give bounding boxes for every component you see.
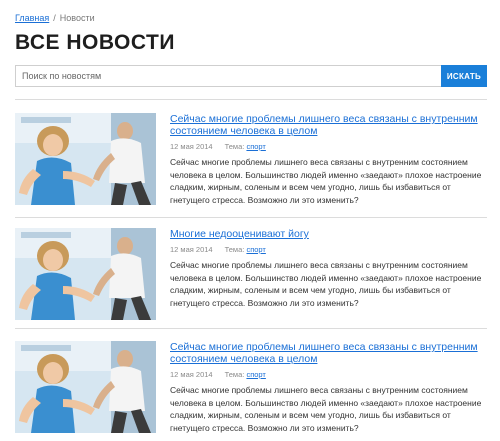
news-date: 12 мая 2014 [170,142,213,151]
divider [15,217,487,218]
fitness-photo [15,228,156,320]
news-topic-link[interactable]: спорт [246,245,265,254]
news-date: 12 мая 2014 [170,245,213,254]
news-excerpt: Сейчас многие проблемы лишнего веса связ… [170,260,482,308]
news-content: Сейчас многие проблемы лишнего веса связ… [170,113,487,206]
news-thumbnail[interactable] [15,113,156,205]
news-thumbnail[interactable] [15,341,156,433]
news-topic-link[interactable]: спорт [246,370,265,379]
news-title-link[interactable]: Сейчас многие проблемы лишнего веса связ… [170,341,487,365]
divider [15,99,487,100]
news-excerpt: Сейчас многие проблемы лишнего веса связ… [170,157,482,205]
news-item: Сейчас многие проблемы лишнего веса связ… [15,341,487,433]
fitness-photo [15,113,156,205]
news-topic-label: Тема: [224,370,245,379]
news-meta: 12 мая 2014 Тема: спорт [170,245,487,255]
breadcrumb-separator: / [53,13,56,23]
breadcrumb: Главная / Новости [15,12,487,24]
news-title-link[interactable]: Сейчас многие проблемы лишнего веса связ… [170,113,487,137]
news-content: Многие недооценивают йогу 12 мая 2014 Тем… [170,228,487,309]
news-date: 12 мая 2014 [170,370,213,379]
news-topic-label: Тема: [224,245,245,254]
fitness-photo [15,341,156,433]
news-content: Сейчас многие проблемы лишнего веса связ… [170,341,487,434]
news-topic-link[interactable]: спорт [246,142,265,151]
search-input[interactable] [15,65,441,87]
search-bar: ИСКАТЬ [15,65,487,87]
news-meta: 12 мая 2014 Тема: спорт [170,370,487,380]
news-meta: 12 мая 2014 Тема: спорт [170,142,487,152]
news-thumbnail[interactable] [15,228,156,320]
divider [15,328,487,329]
breadcrumb-home-link[interactable]: Главная [15,13,49,23]
news-item: Многие недооценивают йогу 12 мая 2014 Тем… [15,228,487,320]
news-page: Главная /Новости ВСЕ НОВОСТИ ИСКАТЬ [15,12,487,87]
news-item: Сейчас многие проблемы лишнего веса связ… [15,113,487,205]
page-title: ВСЕ НОВОСТИ [15,31,175,54]
news-excerpt: Сейчас многие проблемы лишнего веса связ… [170,385,482,433]
news-title-link[interactable]: Многие недооценивают йогу [170,228,487,240]
news-topic-label: Тема: [224,142,245,151]
search-button[interactable]: ИСКАТЬ [441,65,487,87]
breadcrumb-current: Новости [59,13,95,23]
